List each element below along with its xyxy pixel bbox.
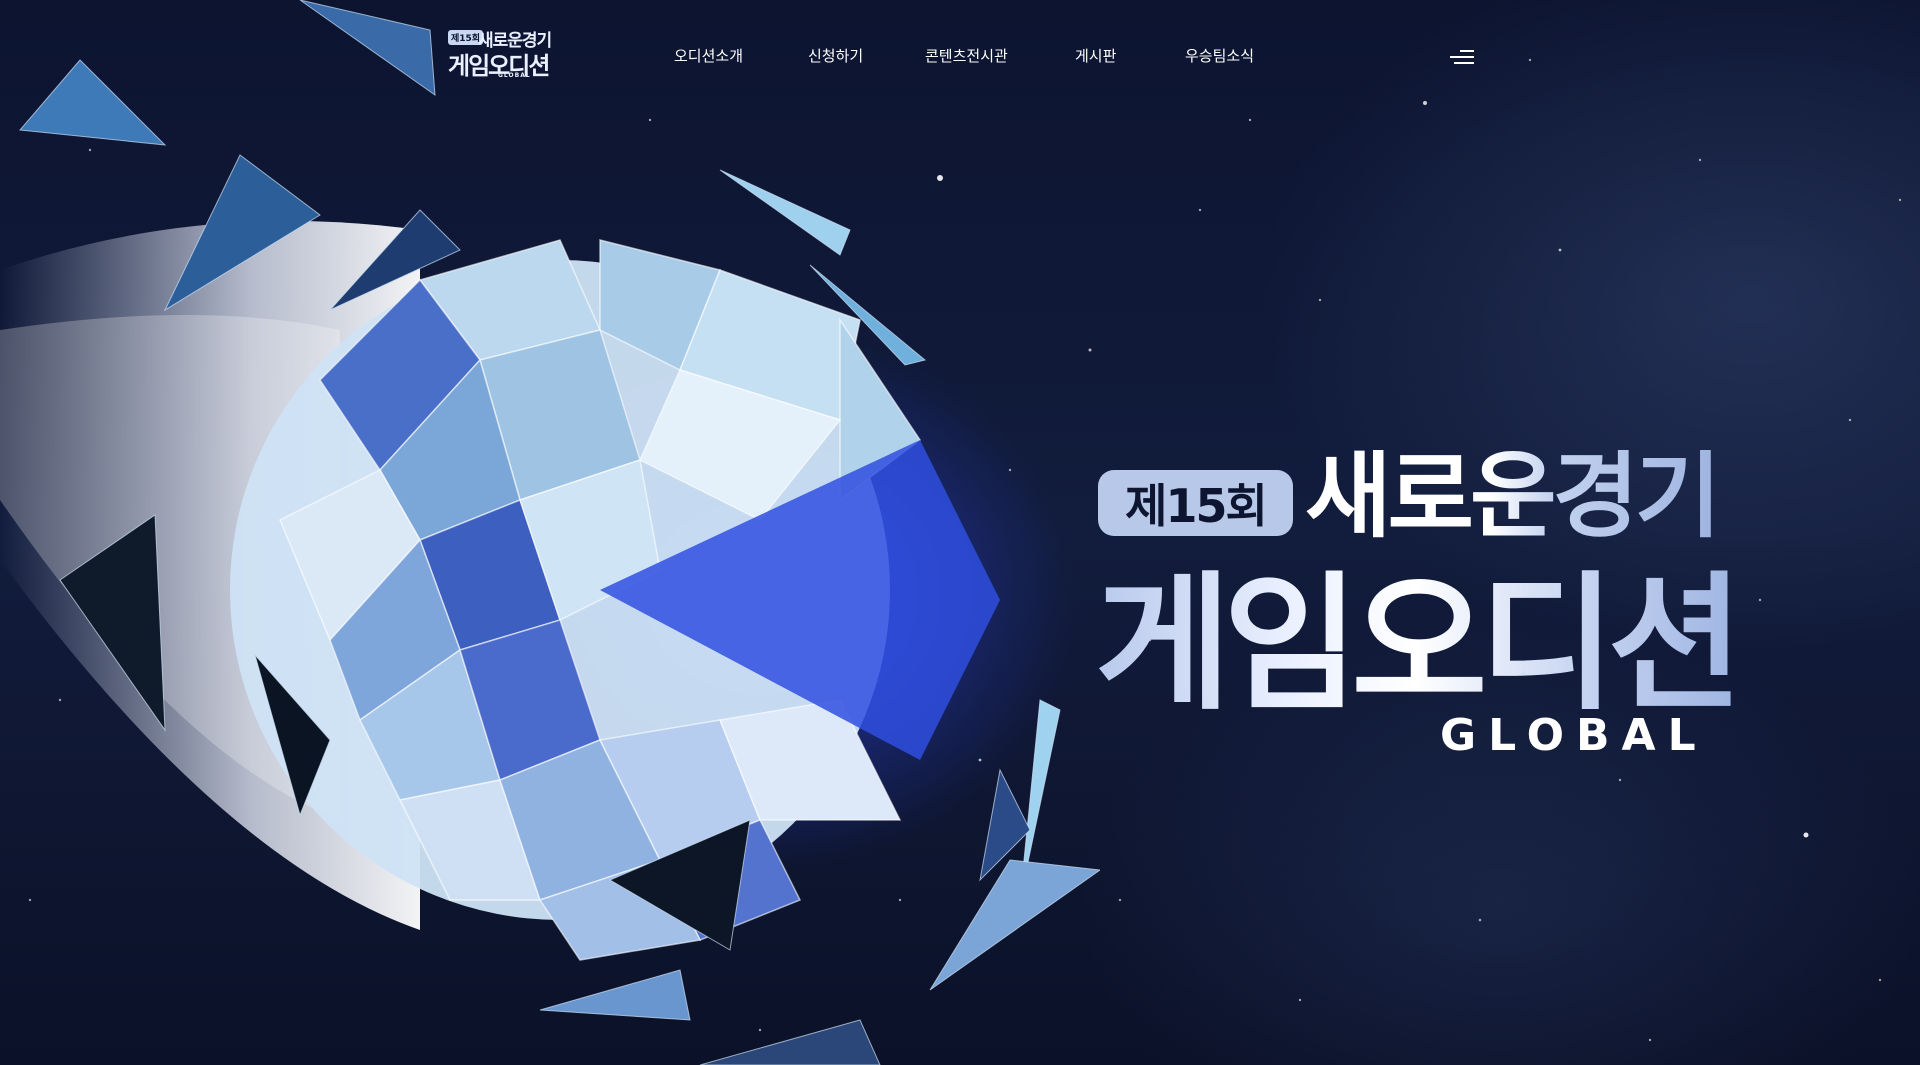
hero-title-line2: 게임오디션 xyxy=(1095,558,1744,730)
nav-item-winner-news[interactable]: 우승팀소식 xyxy=(1185,45,1254,66)
nav-item-apply[interactable]: 신청하기 xyxy=(808,45,863,66)
site-header: 제15회 새로운경기 게임오디션 GLOBAL 오디션소개 신청하기 콘텐츠전시… xyxy=(0,0,1920,115)
hamburger-menu-icon[interactable] xyxy=(1446,48,1474,66)
nav-item-content-gallery[interactable]: 콘텐츠전시관 xyxy=(925,45,1008,66)
shattered-crystal-planet-icon xyxy=(0,0,1100,1065)
nav-item-audition-intro[interactable]: 오디션소개 xyxy=(674,45,743,66)
hero-title: 제15회 새로운경기 게임오디션 GLOBAL xyxy=(1095,430,1815,762)
hero-title-line1: 새로운경기 xyxy=(1305,442,1721,551)
nav-item-board[interactable]: 게시판 xyxy=(1075,45,1116,66)
logo-line3: GLOBAL xyxy=(498,72,531,79)
site-logo[interactable]: 제15회 새로운경기 게임오디션 GLOBAL xyxy=(448,26,556,80)
edition-badge: 제15회 xyxy=(1098,470,1293,536)
hero-subtitle: GLOBAL xyxy=(1440,710,1708,761)
